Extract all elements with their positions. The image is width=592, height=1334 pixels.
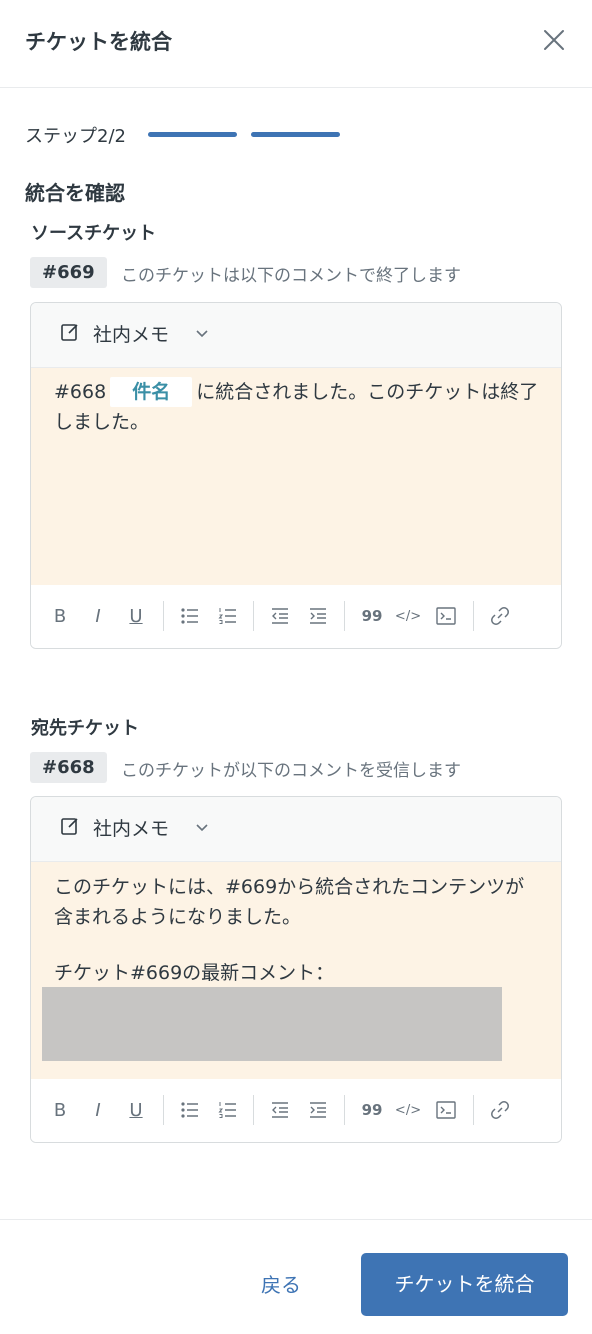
formatting-toolbar: B I U 99 </> <box>31 1079 561 1142</box>
step-progress-segment-1 <box>148 132 237 137</box>
source-comment-editor[interactable]: 社内メモ #668 件名 に統合されました。このチケットは終了しました。 B I U… <box>30 302 562 649</box>
comment-line-1: このチケットには、#669から統合されたコンテンツが含まれるようになりました。 <box>54 876 525 928</box>
toolbar-divider <box>163 1095 164 1125</box>
toolbar-divider <box>344 1095 345 1125</box>
numbered-list-icon[interactable] <box>215 603 241 629</box>
redacted-latest-comment <box>42 987 502 1061</box>
edit-note-icon <box>61 324 78 341</box>
source-comment-body[interactable]: #668 件名 に統合されました。このチケットは終了しました。 <box>31 368 561 585</box>
destination-ticket-description: このチケットが以下のコメントを受信します <box>121 761 461 781</box>
code-block-icon[interactable] <box>433 603 459 629</box>
toolbar-divider <box>473 601 474 631</box>
toolbar-divider <box>473 1095 474 1125</box>
source-ticket-id-badge: #669 <box>30 257 107 288</box>
code-icon[interactable]: </> <box>395 603 421 629</box>
modal-footer: 戻る チケットを統合 <box>0 1219 592 1334</box>
confirm-heading: 統合を確認 <box>25 181 125 205</box>
bulleted-list-icon[interactable] <box>177 1097 203 1123</box>
toolbar-divider <box>253 601 254 631</box>
destination-comment-editor[interactable]: 社内メモ このチケットには、#669から統合されたコンテンツが含まれるようになり… <box>30 796 562 1143</box>
modal-title: チケットを統合 <box>25 30 172 54</box>
comment-text-prefix: #668 <box>54 381 107 403</box>
merge-tickets-button[interactable]: チケットを統合 <box>361 1253 568 1316</box>
code-icon[interactable]: </> <box>395 1097 421 1123</box>
indent-icon[interactable] <box>305 603 331 629</box>
destination-ticket-heading: 宛先チケット <box>31 718 139 739</box>
editor-mode-bar: 社内メモ <box>31 303 561 368</box>
comment-line-2: チケット#669の最新コメント： <box>54 962 335 984</box>
quote-icon[interactable]: 99 <box>359 603 385 629</box>
quote-icon[interactable]: 99 <box>359 1097 385 1123</box>
numbered-list-icon[interactable] <box>215 1097 241 1123</box>
outdent-icon[interactable] <box>267 603 293 629</box>
step-indicator: ステップ2/2 <box>25 126 126 147</box>
underline-icon[interactable]: U <box>123 603 149 629</box>
italic-icon[interactable]: I <box>85 1097 111 1123</box>
bold-icon[interactable]: B <box>47 1097 73 1123</box>
subject-chip: 件名 <box>110 377 193 407</box>
comment-mode-dropdown[interactable]: 社内メモ <box>93 320 169 347</box>
step-progress-segment-2 <box>251 132 340 137</box>
link-icon[interactable] <box>487 1097 513 1123</box>
underline-icon[interactable]: U <box>123 1097 149 1123</box>
modal-header: チケットを統合 <box>0 0 592 88</box>
link-icon[interactable] <box>487 603 513 629</box>
code-block-icon[interactable] <box>433 1097 459 1123</box>
source-ticket-description: このチケットは以下のコメントで終了します <box>121 266 461 286</box>
formatting-toolbar: B I U 99 </> <box>31 585 561 648</box>
destination-comment-body[interactable]: このチケットには、#669から統合されたコンテンツが含まれるようになりました。 … <box>31 862 561 1079</box>
toolbar-divider <box>163 601 164 631</box>
chevron-down-icon[interactable] <box>194 819 210 835</box>
toolbar-divider <box>253 1095 254 1125</box>
comment-mode-dropdown[interactable]: 社内メモ <box>93 814 169 841</box>
editor-mode-bar: 社内メモ <box>31 797 561 862</box>
back-button[interactable]: 戻る <box>243 1268 319 1302</box>
toolbar-divider <box>344 601 345 631</box>
indent-icon[interactable] <box>305 1097 331 1123</box>
destination-ticket-id-badge: #668 <box>30 752 107 783</box>
bulleted-list-icon[interactable] <box>177 603 203 629</box>
source-ticket-heading: ソースチケット <box>31 223 157 244</box>
edit-note-icon <box>61 818 78 835</box>
italic-icon[interactable]: I <box>85 603 111 629</box>
bold-icon[interactable]: B <box>47 603 73 629</box>
close-icon[interactable] <box>541 27 567 53</box>
chevron-down-icon[interactable] <box>194 325 210 341</box>
outdent-icon[interactable] <box>267 1097 293 1123</box>
